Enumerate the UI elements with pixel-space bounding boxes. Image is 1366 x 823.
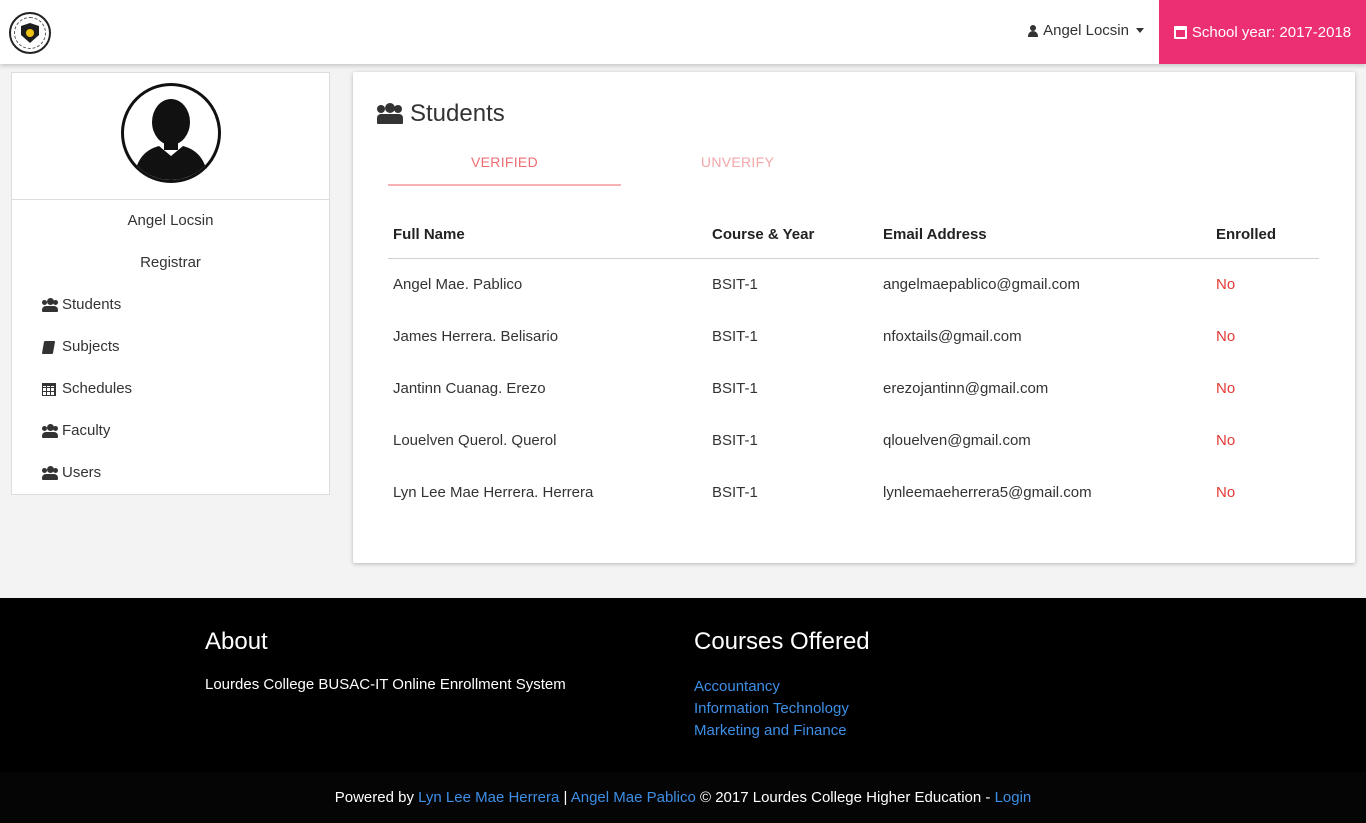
caret-down-icon — [1136, 28, 1144, 33]
sidebar-item-label: Students — [62, 296, 122, 313]
users-icon — [377, 104, 403, 124]
table-row[interactable]: Lyn Lee Mae Herrera. Herrera BSIT-1 lynl… — [388, 466, 1319, 518]
sidebar-item-schedules[interactable]: Schedules — [12, 381, 329, 423]
sidebar-item-users[interactable]: Users — [12, 465, 329, 507]
sidebar-item-subjects[interactable]: Subjects — [12, 339, 329, 381]
school-year-button[interactable]: School year: 2017-2018 — [1159, 0, 1366, 64]
cell-full-name: Louelven Querol. Querol — [393, 431, 557, 449]
cell-email: angelmaepablico@gmail.com — [883, 275, 1080, 293]
user-silhouette-icon — [133, 99, 208, 180]
users-icon — [42, 425, 58, 438]
course-link-accountancy[interactable]: Accountancy — [694, 676, 870, 698]
column-header-enrolled[interactable]: Enrolled — [1211, 212, 1319, 259]
user-menu-dropdown[interactable]: Angel Locsin — [1028, 22, 1144, 39]
course-link-marketing-finance[interactable]: Marketing and Finance — [694, 720, 870, 742]
cell-enrolled: No — [1216, 275, 1236, 293]
page-title-text: Students — [410, 100, 505, 127]
login-link[interactable]: Login — [995, 789, 1032, 806]
table-row[interactable]: Jantinn Cuanag. Erezo BSIT-1 erezojantin… — [388, 362, 1319, 414]
copyright-suffix: © 2017 Lourdes College Higher Education … — [699, 789, 991, 806]
footer-courses: Courses Offered Accountancy Information … — [694, 628, 870, 742]
top-navbar: Angel Locsin School year: 2017-2018 — [0, 0, 1366, 64]
footer-about-text: Lourdes College BUSAC-IT Online Enrollme… — [205, 676, 566, 693]
sidebar-user-role: Registrar — [140, 254, 201, 271]
calendar-icon — [42, 383, 58, 396]
cell-email: nfoxtails@gmail.com — [883, 327, 1022, 345]
cell-email: qlouelven@gmail.com — [883, 431, 1031, 449]
logo-shield-icon — [21, 23, 39, 43]
cell-course-year: BSIT-1 — [712, 483, 758, 501]
cell-course-year: BSIT-1 — [712, 327, 758, 345]
user-icon — [1028, 24, 1039, 37]
cell-enrolled: No — [1216, 483, 1236, 501]
copyright-bar: Powered by Lyn Lee Mae Herrera | Angel M… — [0, 772, 1366, 823]
school-year-label: School year: 2017-2018 — [1191, 23, 1352, 41]
logo-seal — [14, 17, 46, 49]
author-link-angel[interactable]: Angel Mae Pablico — [571, 789, 696, 806]
cell-full-name: James Herrera. Belisario — [393, 327, 559, 345]
cell-course-year: BSIT-1 — [712, 379, 758, 397]
column-header-full-name[interactable]: Full Name — [388, 212, 707, 259]
footer: About Lourdes College BUSAC-IT Online En… — [0, 598, 1366, 772]
sidebar-item-label: Users — [62, 464, 102, 481]
table-row[interactable]: Angel Mae. Pablico BSIT-1 angelmaepablic… — [388, 258, 1319, 310]
copyright-prefix: Powered by — [334, 789, 414, 806]
book-icon — [42, 341, 58, 354]
avatar — [120, 83, 221, 183]
column-header-email[interactable]: Email Address — [878, 212, 1211, 259]
cell-course-year: BSIT-1 — [712, 275, 758, 293]
tab-unverify[interactable]: UNVERIFY — [621, 152, 854, 186]
users-icon — [42, 467, 58, 480]
cell-full-name: Jantinn Cuanag. Erezo — [393, 379, 546, 397]
calendar-icon — [1173, 25, 1187, 39]
table-row[interactable]: James Herrera. Belisario BSIT-1 nfoxtail… — [388, 310, 1319, 362]
cell-course-year: BSIT-1 — [712, 431, 758, 449]
tab-verified[interactable]: VERIFIED — [388, 152, 621, 186]
sidebar-item-label: Faculty — [62, 422, 111, 439]
students-card: Students VERIFIED UNVERIFY Full Name Cou… — [353, 72, 1355, 563]
school-logo[interactable] — [9, 12, 51, 54]
footer-courses-title: Courses Offered — [694, 628, 870, 655]
cell-full-name: Angel Mae. Pablico — [393, 275, 523, 293]
users-icon — [42, 299, 58, 312]
sidebar-user-name: Angel Locsin — [127, 212, 214, 229]
sidebar-item-students[interactable]: Students — [12, 297, 329, 339]
cell-email: erezojantinn@gmail.com — [883, 379, 1049, 397]
sidebar-item-faculty[interactable]: Faculty — [12, 423, 329, 465]
table-row[interactable]: Louelven Querol. Querol BSIT-1 qlouelven… — [388, 414, 1319, 466]
cell-enrolled: No — [1216, 379, 1236, 397]
sidebar-item-label: Subjects — [62, 338, 120, 355]
sidebar-item-label: Schedules — [62, 380, 133, 397]
user-menu-name: Angel Locsin — [1043, 22, 1129, 39]
footer-about: About Lourdes College BUSAC-IT Online En… — [205, 628, 566, 693]
cell-email: lynleemaeherrera5@gmail.com — [883, 483, 1092, 501]
cell-enrolled: No — [1216, 327, 1236, 345]
avatar-section — [12, 73, 329, 200]
tabs: VERIFIED UNVERIFY — [388, 152, 854, 186]
table-header-row: Full Name Course & Year Email Address En… — [388, 212, 1319, 259]
cell-full-name: Lyn Lee Mae Herrera. Herrera — [393, 483, 594, 501]
copyright-separator: | — [563, 789, 568, 806]
cell-enrolled: No — [1216, 431, 1236, 449]
sidebar: Angel Locsin Registrar Students Subjects… — [11, 72, 330, 495]
students-table: Full Name Course & Year Email Address En… — [388, 212, 1319, 518]
author-link-lyn[interactable]: Lyn Lee Mae Herrera — [418, 789, 559, 806]
course-link-information-technology[interactable]: Information Technology — [694, 698, 870, 720]
footer-about-title: About — [205, 628, 268, 655]
column-header-course-year[interactable]: Course & Year — [707, 212, 878, 259]
page-title: Students — [377, 100, 505, 128]
